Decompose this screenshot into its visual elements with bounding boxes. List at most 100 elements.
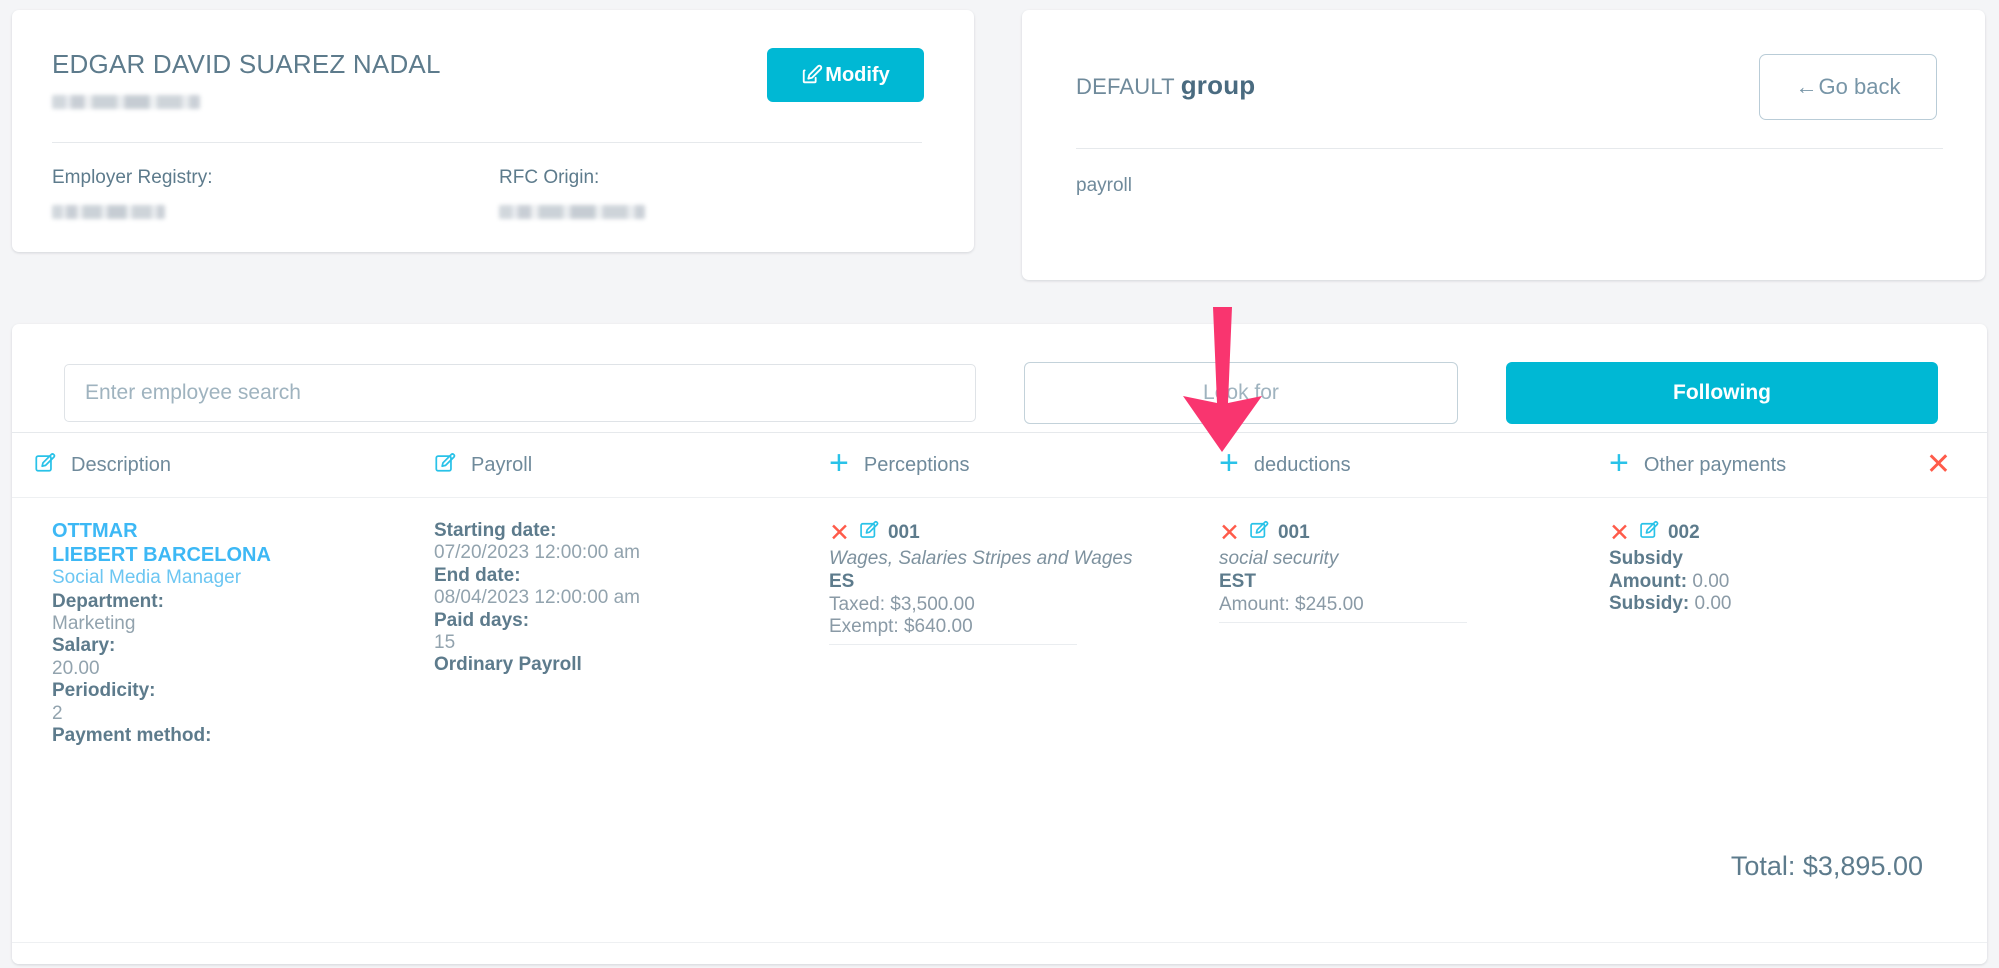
cell-description: OTTMAR LIEBERT BARCELONA Social Media Ma…: [34, 520, 434, 747]
following-button[interactable]: Following: [1506, 362, 1938, 424]
description-edit-icon[interactable]: [34, 452, 56, 479]
perception-description: Wages, Salaries Stripes and Wages: [829, 548, 1133, 570]
paid-days-value: 15: [434, 632, 456, 654]
other-payment-subsidy-value: 0.00: [1694, 593, 1732, 615]
perception-taxed-label: Taxed:: [829, 593, 885, 615]
other-payment-code: 002: [1667, 522, 1700, 543]
perception-exempt: Exempt: $640.00: [829, 616, 1219, 638]
modify-button-label: Modify: [825, 63, 890, 86]
paid-days-label: Paid days:: [434, 609, 530, 631]
other-payment-description: Subsidy: [1609, 548, 1683, 570]
go-back-button[interactable]: ← Go back: [1759, 54, 1937, 120]
group-card-divider: [1076, 148, 1943, 149]
employee-card-divider: [52, 141, 922, 143]
app-page: EDGAR DAVID SUAREZ NADAL Modify Employer…: [0, 0, 1999, 968]
employee-name: EDGAR DAVID SUAREZ NADAL: [52, 49, 441, 79]
other-payment-subsidy-label: Subsidy:: [1609, 593, 1690, 615]
perceptions-add-icon[interactable]: +: [829, 446, 849, 480]
periodicity-label: Periodicity:: [52, 680, 156, 702]
perception-delete-icon[interactable]: ✕: [829, 520, 850, 546]
employee-fields: Employer Registry: RFC Origin:: [52, 167, 946, 224]
modify-button[interactable]: Modify: [767, 48, 924, 102]
other-payment-entry-header: ✕ 002: [1609, 520, 1909, 546]
employee-subtitle-redacted: [52, 94, 200, 109]
column-header-other-payments-label: Other payments: [1643, 453, 1787, 476]
group-body-text: payroll: [1076, 175, 1132, 196]
end-date-value: 08/04/2023 12:00:00 am: [434, 587, 641, 609]
group-title-strong: group: [1180, 70, 1256, 100]
cell-perceptions: ✕ 001 Wages, Salaries Stripes and Wages …: [829, 520, 1219, 747]
periodicity-value: 2: [52, 702, 63, 724]
employee-identity: EDGAR DAVID SUAREZ NADAL: [52, 44, 441, 114]
rfc-origin-label: RFC Origin:: [499, 166, 600, 188]
panel-footer: [12, 942, 1987, 964]
deduction-entry-divider: [1219, 622, 1467, 624]
salary-value: 20.00: [52, 657, 100, 679]
column-header-payroll[interactable]: Payroll: [434, 452, 829, 479]
column-header-description[interactable]: Description: [34, 452, 434, 479]
payroll-edit-icon[interactable]: [434, 452, 456, 479]
employee-card-header: EDGAR DAVID SUAREZ NADAL Modify: [52, 44, 946, 114]
deduction-amount-label: Amount:: [1219, 593, 1290, 615]
total-amount: Total: $3,895.00: [1730, 851, 1923, 881]
perception-entry-header: ✕ 001: [829, 520, 1219, 546]
table-header-row: Description Payroll + Perceptions + dedu…: [12, 432, 1987, 498]
deduction-amount-value: $245.00: [1295, 593, 1364, 615]
column-header-other-payments[interactable]: + Other payments: [1609, 446, 1909, 480]
deduction-entry-header: ✕ 001: [1219, 520, 1609, 546]
close-x-icon[interactable]: ✕: [1926, 450, 1951, 480]
other-payment-amount: Amount: 0.00: [1609, 571, 1909, 593]
other-payment-edit-icon[interactable]: [1639, 520, 1659, 546]
edit-pencil-square-icon: [801, 64, 823, 86]
column-header-perceptions[interactable]: + Perceptions: [829, 446, 1219, 480]
deduction-amount: Amount: $245.00: [1219, 594, 1609, 616]
table-row: OTTMAR LIEBERT BARCELONA Social Media Ma…: [12, 498, 1987, 747]
employee-card: EDGAR DAVID SUAREZ NADAL Modify Employer…: [12, 10, 974, 252]
perception-exempt-value: $640.00: [903, 616, 973, 638]
perception-entry-divider: [829, 644, 1077, 646]
starting-date-value: 07/20/2023 12:00:00 am: [434, 542, 641, 564]
row-employee-name-line1[interactable]: OTTMAR: [52, 520, 434, 544]
other-payment-entry: ✕ 002 Subsidy Amount: 0.00 Subsidy: 0.00: [1609, 520, 1909, 616]
top-cards-row: EDGAR DAVID SUAREZ NADAL Modify Employer…: [12, 10, 1987, 280]
rfc-origin-value-redacted: [499, 204, 645, 219]
look-for-button[interactable]: Look for: [1024, 362, 1458, 424]
group-card: DEFAULT group ← Go back payroll: [1022, 10, 1985, 280]
deduction-subcode: EST: [1219, 571, 1256, 593]
perception-subcode: ES: [829, 571, 855, 593]
column-header-deductions-label: deductions: [1253, 453, 1351, 476]
end-date-label: End date:: [434, 564, 521, 586]
payroll-type: Ordinary Payroll: [434, 654, 582, 676]
payroll-panel: Look for Following Description: [12, 324, 1987, 964]
group-title-prefix: DEFAULT: [1076, 74, 1181, 99]
other-payment-subsidy: Subsidy: 0.00: [1609, 593, 1909, 615]
perception-entry: ✕ 001 Wages, Salaries Stripes and Wages …: [829, 520, 1219, 646]
perception-edit-icon[interactable]: [859, 520, 879, 546]
arrow-left-icon: ←: [1795, 74, 1818, 99]
deductions-add-icon[interactable]: +: [1219, 446, 1239, 480]
other-payment-amount-value: 0.00: [1692, 570, 1730, 592]
deduction-edit-icon[interactable]: [1249, 520, 1269, 546]
row-employee-role: Social Media Manager: [52, 567, 242, 589]
other-payments-add-icon[interactable]: +: [1609, 446, 1629, 480]
payment-method-label: Payment method:: [52, 725, 212, 747]
group-card-header: DEFAULT group ← Go back: [1050, 54, 1957, 120]
deduction-code: 001: [1277, 522, 1310, 543]
cell-deductions: ✕ 001 social security EST Amount: $245.0…: [1219, 520, 1609, 747]
column-header-deductions[interactable]: + deductions: [1219, 446, 1609, 480]
rfc-origin-field: RFC Origin:: [499, 167, 946, 224]
employer-registry-field: Employer Registry:: [52, 167, 499, 224]
deduction-delete-icon[interactable]: ✕: [1219, 520, 1240, 546]
payroll-toolbar: Look for Following: [12, 324, 1987, 432]
row-employee-name-line2[interactable]: LIEBERT BARCELONA: [52, 544, 434, 568]
deduction-entry: ✕ 001 social security EST Amount: $245.0…: [1219, 520, 1609, 624]
department-value: Marketing: [52, 613, 136, 634]
perception-taxed: Taxed: $3,500.00: [829, 594, 1219, 616]
department-label: Department:: [52, 590, 164, 612]
other-payment-delete-icon[interactable]: ✕: [1609, 520, 1630, 546]
search-input[interactable]: [64, 364, 976, 422]
salary-label: Salary:: [52, 635, 116, 657]
other-payment-amount-label: Amount:: [1609, 570, 1688, 592]
starting-date-label: Starting date:: [434, 520, 557, 541]
employer-registry-value-redacted: [52, 204, 165, 219]
